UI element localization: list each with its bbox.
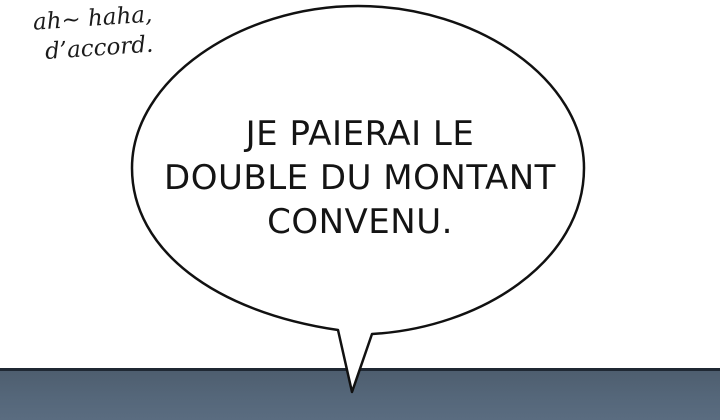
speech-bubble-text: JE PAIERAI LE DOUBLE DU MONTANT CONVENU. [160,112,560,244]
handwritten-note: ah~ haha, d’accord. [30,0,194,68]
speech-line-1: JE PAIERAI LE [245,114,475,154]
speech-line-2: DOUBLE DU MONTANT [164,158,556,198]
comic-panel: ah~ haha, d’accord. JE PAIERAI LE DOUBLE… [0,0,720,420]
speech-line-3: CONVENU. [267,202,453,242]
